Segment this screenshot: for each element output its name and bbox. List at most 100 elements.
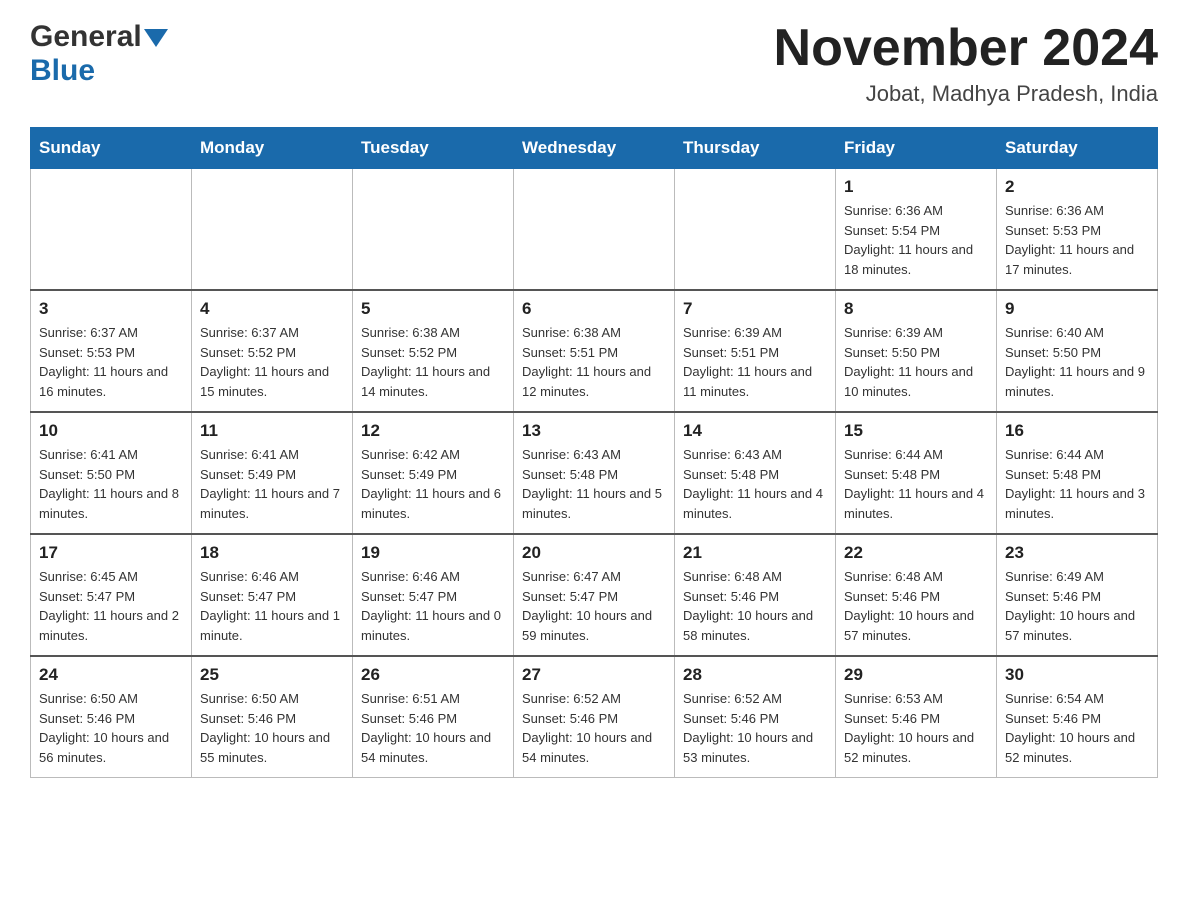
day-info: Sunrise: 6:39 AMSunset: 5:50 PMDaylight:…: [844, 323, 988, 401]
day-info: Sunrise: 6:43 AMSunset: 5:48 PMDaylight:…: [683, 445, 827, 523]
day-info: Sunrise: 6:44 AMSunset: 5:48 PMDaylight:…: [844, 445, 988, 523]
day-number: 8: [844, 299, 988, 319]
day-info: Sunrise: 6:45 AMSunset: 5:47 PMDaylight:…: [39, 567, 183, 645]
day-info: Sunrise: 6:52 AMSunset: 5:46 PMDaylight:…: [522, 689, 666, 767]
day-number: 12: [361, 421, 505, 441]
logo-blue: Blue: [30, 54, 95, 88]
day-number: 10: [39, 421, 183, 441]
day-info: Sunrise: 6:51 AMSunset: 5:46 PMDaylight:…: [361, 689, 505, 767]
day-of-week-header: Monday: [192, 128, 353, 169]
calendar-cell: 25 Sunrise: 6:50 AMSunset: 5:46 PMDayligh…: [192, 656, 353, 778]
day-info: Sunrise: 6:50 AMSunset: 5:46 PMDaylight:…: [200, 689, 344, 767]
day-number: 18: [200, 543, 344, 563]
day-info: Sunrise: 6:52 AMSunset: 5:46 PMDaylight:…: [683, 689, 827, 767]
day-number: 26: [361, 665, 505, 685]
day-number: 7: [683, 299, 827, 319]
day-number: 14: [683, 421, 827, 441]
calendar-cell: 9 Sunrise: 6:40 AMSunset: 5:50 PMDaylight…: [997, 290, 1158, 412]
day-number: 3: [39, 299, 183, 319]
day-info: Sunrise: 6:40 AMSunset: 5:50 PMDaylight:…: [1005, 323, 1149, 401]
calendar-cell: 7 Sunrise: 6:39 AMSunset: 5:51 PMDaylight…: [675, 290, 836, 412]
calendar-cell: 29Sunrise: 6:53 AMSunset: 5:46 PMDayligh…: [836, 656, 997, 778]
calendar-cell: 21 Sunrise: 6:48 AMSunset: 5:46 PMDayligh…: [675, 534, 836, 656]
day-info: Sunrise: 6:54 AMSunset: 5:46 PMDaylight:…: [1005, 689, 1149, 767]
day-number: 30: [1005, 665, 1149, 685]
calendar-cell: 5 Sunrise: 6:38 AMSunset: 5:52 PMDaylight…: [353, 290, 514, 412]
calendar-cell: 26 Sunrise: 6:51 AMSunset: 5:46 PMDayligh…: [353, 656, 514, 778]
day-info: Sunrise: 6:49 AMSunset: 5:46 PMDaylight:…: [1005, 567, 1149, 645]
calendar-cell: 24 Sunrise: 6:50 AMSunset: 5:46 PMDayligh…: [31, 656, 192, 778]
calendar-cell: 27 Sunrise: 6:52 AMSunset: 5:46 PMDayligh…: [514, 656, 675, 778]
day-number: 19: [361, 543, 505, 563]
calendar-cell: 19 Sunrise: 6:46 AMSunset: 5:47 PMDayligh…: [353, 534, 514, 656]
day-number: 28: [683, 665, 827, 685]
day-info: Sunrise: 6:46 AMSunset: 5:47 PMDaylight:…: [361, 567, 505, 645]
day-number: 11: [200, 421, 344, 441]
calendar-cell: [514, 169, 675, 291]
calendar-cell: 23 Sunrise: 6:49 AMSunset: 5:46 PMDayligh…: [997, 534, 1158, 656]
calendar-cell: [675, 169, 836, 291]
day-info: Sunrise: 6:37 AMSunset: 5:53 PMDaylight:…: [39, 323, 183, 401]
day-number: 16: [1005, 421, 1149, 441]
calendar-week-row: 3 Sunrise: 6:37 AMSunset: 5:53 PMDaylight…: [31, 290, 1158, 412]
calendar-cell: 14 Sunrise: 6:43 AMSunset: 5:48 PMDayligh…: [675, 412, 836, 534]
calendar-cell: 4 Sunrise: 6:37 AMSunset: 5:52 PMDaylight…: [192, 290, 353, 412]
day-number: 23: [1005, 543, 1149, 563]
day-number: 24: [39, 665, 183, 685]
location: Jobat, Madhya Pradesh, India: [774, 81, 1158, 107]
day-info: Sunrise: 6:44 AMSunset: 5:48 PMDaylight:…: [1005, 445, 1149, 523]
logo-triangle-icon: [144, 29, 168, 47]
day-number: 21: [683, 543, 827, 563]
calendar-cell: 1 Sunrise: 6:36 AMSunset: 5:54 PMDaylight…: [836, 169, 997, 291]
day-number: 13: [522, 421, 666, 441]
logo: General Blue: [30, 20, 168, 88]
calendar-cell: 2Sunrise: 6:36 AMSunset: 5:53 PMDaylight…: [997, 169, 1158, 291]
day-number: 25: [200, 665, 344, 685]
calendar-week-row: 24 Sunrise: 6:50 AMSunset: 5:46 PMDayligh…: [31, 656, 1158, 778]
day-number: 27: [522, 665, 666, 685]
day-of-week-header: Sunday: [31, 128, 192, 169]
calendar-table: SundayMondayTuesdayWednesdayThursdayFrid…: [30, 127, 1158, 778]
calendar-cell: 18 Sunrise: 6:46 AMSunset: 5:47 PMDayligh…: [192, 534, 353, 656]
calendar-cell: 12 Sunrise: 6:42 AMSunset: 5:49 PMDayligh…: [353, 412, 514, 534]
calendar-cell: 11 Sunrise: 6:41 AMSunset: 5:49 PMDayligh…: [192, 412, 353, 534]
day-info: Sunrise: 6:50 AMSunset: 5:46 PMDaylight:…: [39, 689, 183, 767]
day-number: 15: [844, 421, 988, 441]
day-number: 4: [200, 299, 344, 319]
calendar-cell: 22Sunrise: 6:48 AMSunset: 5:46 PMDayligh…: [836, 534, 997, 656]
day-of-week-header: Saturday: [997, 128, 1158, 169]
calendar-header-row: SundayMondayTuesdayWednesdayThursdayFrid…: [31, 128, 1158, 169]
page-header: General Blue November 2024 Jobat, Madhya…: [30, 20, 1158, 107]
calendar-cell: 3 Sunrise: 6:37 AMSunset: 5:53 PMDaylight…: [31, 290, 192, 412]
day-number: 1: [844, 177, 988, 197]
day-number: 2: [1005, 177, 1149, 197]
day-info: Sunrise: 6:39 AMSunset: 5:51 PMDaylight:…: [683, 323, 827, 401]
calendar-cell: 30 Sunrise: 6:54 AMSunset: 5:46 PMDayligh…: [997, 656, 1158, 778]
day-info: Sunrise: 6:41 AMSunset: 5:50 PMDaylight:…: [39, 445, 183, 523]
day-of-week-header: Wednesday: [514, 128, 675, 169]
calendar-cell: 13Sunrise: 6:43 AMSunset: 5:48 PMDayligh…: [514, 412, 675, 534]
day-number: 20: [522, 543, 666, 563]
day-info: Sunrise: 6:48 AMSunset: 5:46 PMDaylight:…: [683, 567, 827, 645]
day-number: 29: [844, 665, 988, 685]
calendar-cell: [192, 169, 353, 291]
day-number: 9: [1005, 299, 1149, 319]
day-number: 5: [361, 299, 505, 319]
day-info: Sunrise: 6:37 AMSunset: 5:52 PMDaylight:…: [200, 323, 344, 401]
day-info: Sunrise: 6:46 AMSunset: 5:47 PMDaylight:…: [200, 567, 344, 645]
day-info: Sunrise: 6:48 AMSunset: 5:46 PMDaylight:…: [844, 567, 988, 645]
day-of-week-header: Thursday: [675, 128, 836, 169]
day-info: Sunrise: 6:42 AMSunset: 5:49 PMDaylight:…: [361, 445, 505, 523]
calendar-cell: 8 Sunrise: 6:39 AMSunset: 5:50 PMDaylight…: [836, 290, 997, 412]
day-info: Sunrise: 6:38 AMSunset: 5:52 PMDaylight:…: [361, 323, 505, 401]
day-of-week-header: Tuesday: [353, 128, 514, 169]
day-info: Sunrise: 6:41 AMSunset: 5:49 PMDaylight:…: [200, 445, 344, 523]
calendar-cell: 17 Sunrise: 6:45 AMSunset: 5:47 PMDayligh…: [31, 534, 192, 656]
day-number: 17: [39, 543, 183, 563]
logo-general: General: [30, 20, 168, 54]
day-info: Sunrise: 6:47 AMSunset: 5:47 PMDaylight:…: [522, 567, 666, 645]
day-info: Sunrise: 6:36 AMSunset: 5:54 PMDaylight:…: [844, 201, 988, 279]
calendar-week-row: 10 Sunrise: 6:41 AMSunset: 5:50 PMDayligh…: [31, 412, 1158, 534]
day-of-week-header: Friday: [836, 128, 997, 169]
calendar-cell: 20 Sunrise: 6:47 AMSunset: 5:47 PMDayligh…: [514, 534, 675, 656]
